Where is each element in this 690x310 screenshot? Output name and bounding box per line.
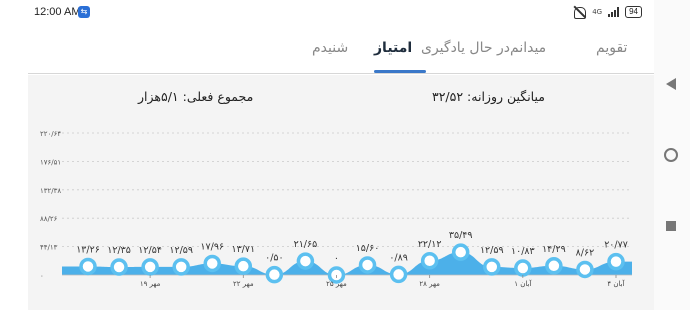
recent-apps-icon[interactable] [666, 221, 676, 231]
data-label: ۲۲/۱۲ [418, 239, 442, 250]
data-point [576, 260, 594, 279]
data-label: ۱۴/۲۹ [542, 244, 566, 255]
tab-learning[interactable]: در حال یادگیری [421, 40, 510, 56]
data-label: ۱۲/۵۴ [138, 245, 162, 256]
tab-heard[interactable]: شنیدم [312, 40, 348, 56]
data-label: ۱۵/۶۰ [356, 243, 380, 254]
tab-score[interactable]: امتیاز [374, 40, 412, 56]
notification-app-icon: ⇆ [78, 6, 90, 18]
score-panel: مجموع فعلی: ۵/۱هزار میانگین روزانه: ۳۲/۵… [28, 75, 654, 310]
y-tick-label: ۰ [40, 272, 44, 280]
x-tick-label: ۲۲ مهر [233, 280, 254, 288]
data-point [172, 258, 190, 276]
data-point [545, 257, 563, 275]
data-point [265, 265, 284, 284]
data-label: ۳۵/۴۹ [449, 230, 473, 241]
data-label: ۰/۸۹ [389, 252, 408, 263]
data-label: ۱۲/۵۹ [480, 245, 504, 256]
home-icon[interactable] [664, 148, 678, 162]
network-type-label: 4G [592, 8, 603, 16]
data-label: ۱۰/۸۳ [511, 246, 535, 257]
data-label: ۰/۵۰ [265, 253, 284, 264]
data-point [420, 252, 439, 270]
active-tab-indicator [374, 70, 426, 73]
y-tick-label: ۸۸/۲۶ [40, 215, 58, 223]
y-tick-label: ۴۴/۱۳ [40, 244, 58, 252]
data-label: ۱۲/۳۵ [107, 245, 131, 256]
data-label: ۲۰/۷۷ [604, 240, 628, 251]
tab-bar: تقویم میدانم در حال یادگیری امتیاز شنیدم [28, 26, 654, 74]
data-point [296, 252, 315, 270]
x-tick-label: ۱۹ مهر [140, 280, 161, 288]
data-point [607, 252, 625, 271]
data-point [110, 258, 128, 276]
back-icon[interactable] [666, 78, 676, 90]
x-tick-label: ۲۵ مهر [326, 280, 347, 288]
status-icons: 4G 94 [572, 5, 642, 19]
battery-icon: 94 [625, 6, 642, 18]
data-label: ۸/۶۲ [576, 247, 595, 258]
data-label: ۱۳/۷۱ [231, 244, 255, 255]
data-label: ۱۷/۹۶ [200, 241, 224, 252]
data-label: ۲۱/۶۵ [294, 239, 318, 250]
signal-icon [608, 7, 620, 17]
data-point [141, 258, 159, 276]
data-label: ۱۲/۵۹ [169, 245, 193, 256]
x-tick-label: ۴ آبان [607, 279, 625, 288]
y-tick-label: ۲۲۰/۶۴ [40, 130, 61, 138]
system-nav-bar [654, 0, 690, 310]
data-point [79, 257, 97, 276]
data-point [203, 254, 221, 273]
data-point [358, 256, 377, 274]
tab-calendar[interactable]: تقویم [596, 40, 627, 56]
data-label: ۰ [334, 253, 339, 264]
mute-icon [572, 5, 587, 19]
status-bar: 12:00 AM ⇆ 4G 94 [0, 0, 654, 26]
x-tick-label: ۲۸ مهر [419, 280, 440, 288]
tab-known[interactable]: میدانم [510, 40, 546, 56]
status-time: 12:00 AM [34, 6, 81, 18]
x-tick-label: ۱ آبان [514, 279, 532, 288]
data-label: ۱۳/۲۶ [76, 244, 100, 255]
data-point [514, 259, 532, 277]
data-point [483, 258, 501, 276]
y-tick-label: ۱۳۲/۳۸ [40, 187, 61, 195]
score-chart: ۲۲۰/۶۴ ۱۷۶/۵۱ ۱۳۲/۳۸ ۸۸/۲۶ ۴۴/۱۳ ۰ ۱۳/۲۶ ۱۲/۳۵ ۱… [40, 130, 632, 288]
data-point [234, 257, 253, 275]
y-tick-label: ۱۷۶/۵۱ [40, 158, 61, 166]
data-point [389, 265, 408, 284]
data-point [451, 243, 470, 261]
